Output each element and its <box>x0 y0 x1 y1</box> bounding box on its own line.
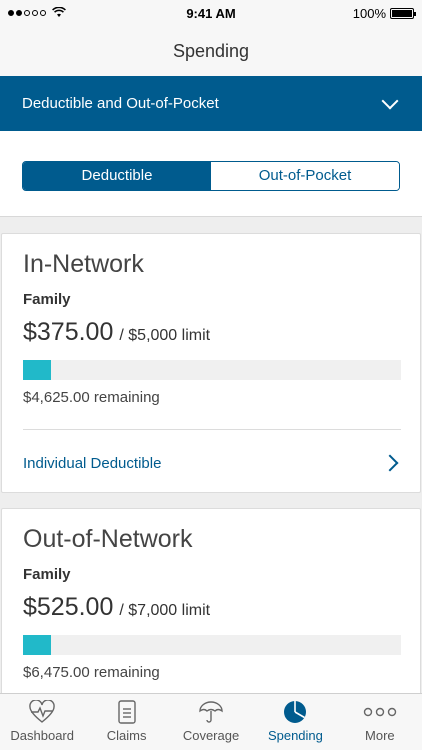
progress-fill <box>23 635 52 655</box>
battery-icon <box>390 8 416 19</box>
tab-label: More <box>365 728 395 743</box>
segment-area: Deductible Out-of-Pocket <box>0 131 422 217</box>
document-icon <box>117 699 137 725</box>
pie-chart-icon <box>282 699 308 725</box>
battery-percent: 100% <box>352 6 386 21</box>
nav-bar: Spending <box>0 28 422 76</box>
in-network-card: In-Network Family $375.00 / $5,000 limit… <box>1 233 421 493</box>
segment-deductible[interactable]: Deductible <box>23 162 211 190</box>
card-title: Out-of-Network <box>23 525 193 553</box>
tab-claims[interactable]: Claims <box>84 694 168 750</box>
tab-label: Claims <box>106 728 147 743</box>
limit-amount: / $7,000 limit <box>119 602 211 619</box>
link-label: Individual Deductible <box>23 454 162 472</box>
out-of-network-card: Out-of-Network Family $525.00 / $7,000 l… <box>1 508 421 708</box>
individual-deductible-link[interactable]: Individual Deductible <box>23 439 401 487</box>
tab-spending[interactable]: Spending <box>253 694 337 750</box>
card-title: In-Network <box>23 250 144 278</box>
tab-bar: Dashboard Claims Coverage Spending More <box>0 693 422 750</box>
chevron-down-icon <box>381 92 399 109</box>
spent-amount: $375.00 <box>23 318 114 346</box>
amount-row: $375.00 / $5,000 limit <box>23 318 210 347</box>
chevron-right-icon <box>381 454 399 472</box>
tab-coverage[interactable]: Coverage <box>169 694 253 750</box>
remaining-amount: $4,625.00 remaining <box>23 389 160 406</box>
card-subtitle: Family <box>23 291 71 308</box>
progress-fill <box>23 360 52 380</box>
tab-more[interactable]: More <box>338 694 422 750</box>
progress-bar <box>23 360 401 380</box>
tab-label: Coverage <box>182 728 240 743</box>
dropdown-label: Deductible and Out-of-Pocket <box>22 95 219 112</box>
tab-label: Dashboard <box>10 728 74 743</box>
status-bar: 9:41 AM 100% <box>0 0 422 28</box>
progress-bar <box>23 635 401 655</box>
category-dropdown[interactable]: Deductible and Out-of-Pocket <box>0 76 422 131</box>
card-subtitle: Family <box>23 566 71 583</box>
segmented-control: Deductible Out-of-Pocket <box>22 161 400 191</box>
remaining-amount: $6,475.00 remaining <box>23 664 160 681</box>
tab-dashboard[interactable]: Dashboard <box>0 694 84 750</box>
more-dots-icon <box>363 699 397 725</box>
umbrella-icon <box>198 699 224 725</box>
divider <box>23 429 401 430</box>
spent-amount: $525.00 <box>23 593 114 621</box>
segment-out-of-pocket[interactable]: Out-of-Pocket <box>211 162 399 190</box>
limit-amount: / $5,000 limit <box>119 327 211 344</box>
amount-row: $525.00 / $7,000 limit <box>23 593 210 622</box>
page-title: Spending <box>172 41 250 61</box>
tab-label: Spending <box>267 728 323 743</box>
battery-group: 100% <box>352 6 416 21</box>
heart-pulse-icon <box>28 699 56 725</box>
